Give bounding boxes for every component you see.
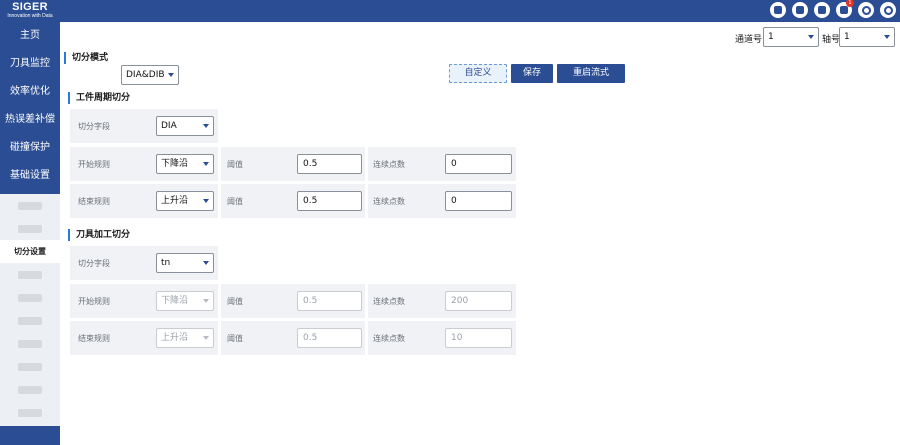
sidebar-item-efficiency[interactable]: 效率优化 [0, 78, 60, 106]
tool-field-row: 切分字段 tn [70, 246, 218, 280]
top-icon-group: 1 [770, 0, 896, 18]
main-content: 通道号 1 轴号 1 切分模式 DIA&DIB 自定义 保存 重启流式 工件周期… [60, 22, 900, 445]
workpiece-start-value: 下降沿 [161, 159, 189, 169]
logo-tagline: Innovation with Data [7, 13, 53, 19]
workpiece-start-points-input[interactable]: 0 [445, 154, 512, 174]
workpiece-start-select[interactable]: 下降沿 [156, 154, 214, 174]
workpiece-start-threshold-label: 阈值 [227, 160, 243, 169]
bell-icon[interactable]: 1 [836, 0, 854, 18]
tool-end-threshold-input[interactable]: 0.5 [297, 328, 362, 348]
notification-badge: 1 [846, 0, 854, 7]
chevron-down-icon [203, 261, 209, 265]
chevron-down-icon [203, 299, 209, 303]
submenu-item[interactable] [0, 263, 60, 286]
tool-field-select[interactable]: tn [156, 253, 214, 273]
tool-start-points-input[interactable]: 200 [445, 291, 512, 311]
siger-logo[interactable]: SIGER Innovation with Data [0, 0, 60, 22]
chevron-down-icon [203, 199, 209, 203]
workpiece-end-label: 结束规则 [78, 197, 110, 206]
tool-end-value: 上升沿 [161, 333, 189, 343]
workpiece-end-points-label: 连续点数 [373, 197, 405, 206]
submenu-item[interactable] [0, 286, 60, 309]
tool-start-row: 开始规则 下降沿 阈值 0.5 连续点数 200 [70, 284, 516, 318]
workpiece-end-select[interactable]: 上升沿 [156, 191, 214, 211]
submenu-item-label: 切分设置 [14, 247, 46, 256]
tool-end-select[interactable]: 上升沿 [156, 328, 214, 348]
channel-label: 通道号 [735, 35, 763, 45]
tool-field-value: tn [161, 258, 171, 268]
axis-value: 1 [844, 32, 850, 42]
sidebar-item-tool-monitor[interactable]: 刀具监控 [0, 50, 60, 78]
channel-value: 1 [768, 32, 774, 42]
tool-end-threshold-label: 阈值 [227, 334, 243, 343]
submenu-item[interactable] [0, 332, 60, 355]
tool-start-threshold-label: 阈值 [227, 297, 243, 306]
top-bar: SIGER Innovation with Data 1 [0, 0, 900, 22]
workpiece-end-row: 结束规则 上升沿 阈值 0.5 连续点数 0 [70, 184, 516, 218]
workpiece-field-row: 切分字段 DIA [70, 109, 218, 143]
axis-label: 轴号 [822, 35, 841, 45]
split-mode-value: DIA&DIB [126, 70, 165, 80]
split-mode-select[interactable]: DIA&DIB [121, 65, 179, 85]
shirt-icon[interactable] [814, 2, 830, 18]
chevron-down-icon [168, 73, 174, 77]
chevron-down-icon [203, 124, 209, 128]
tool-start-threshold-input[interactable]: 0.5 [297, 291, 362, 311]
workpiece-start-label: 开始规则 [78, 160, 110, 169]
logo-name: SIGER [12, 1, 48, 13]
tool-end-row: 结束规则 上升沿 阈值 0.5 连续点数 10 [70, 321, 516, 355]
workpiece-end-threshold-input[interactable]: 0.5 [297, 191, 362, 211]
workpiece-start-threshold-input[interactable]: 0.5 [297, 154, 362, 174]
sidebar: 主页 刀具监控 效率优化 热误差补偿 碰撞保护 基础设置 切分设置 [0, 22, 60, 445]
submenu-item[interactable] [0, 378, 60, 401]
workpiece-section-title: 工件周期切分 [68, 92, 130, 104]
tool-end-label: 结束规则 [78, 334, 110, 343]
chevron-down-icon [808, 35, 814, 39]
tool-start-select[interactable]: 下降沿 [156, 291, 214, 311]
tool-start-value: 下降沿 [161, 296, 189, 306]
sidebar-item-collision[interactable]: 碰撞保护 [0, 134, 60, 162]
tool-start-points-label: 连续点数 [373, 297, 405, 306]
settings-submenu: 切分设置 [0, 194, 60, 426]
tool-end-points-label: 连续点数 [373, 334, 405, 343]
tools-icon[interactable] [792, 2, 808, 18]
submenu-item[interactable] [0, 217, 60, 240]
restart-stream-button[interactable]: 重启流式 [557, 64, 625, 83]
sidebar-item-thermal-comp[interactable]: 热误差补偿 [0, 106, 60, 134]
axis-select[interactable]: 1 [839, 27, 895, 47]
chevron-down-icon [884, 35, 890, 39]
sidebar-item-basic-settings[interactable]: 基础设置 [0, 162, 60, 190]
workpiece-field-value: DIA [161, 121, 177, 131]
workpiece-field-label: 切分字段 [78, 122, 110, 131]
submenu-item[interactable] [0, 355, 60, 378]
save-button[interactable]: 保存 [511, 64, 553, 83]
workpiece-end-threshold-label: 阈值 [227, 197, 243, 206]
tool-field-label: 切分字段 [78, 259, 110, 268]
submenu-item-split-settings[interactable]: 切分设置 [0, 240, 60, 263]
chevron-down-icon [203, 336, 209, 340]
tool-start-label: 开始规则 [78, 297, 110, 306]
sidebar-item-home[interactable]: 主页 [0, 22, 60, 50]
tool-end-points-input[interactable]: 10 [445, 328, 512, 348]
workpiece-end-value: 上升沿 [161, 196, 189, 206]
tool-section-title: 刀具加工切分 [68, 229, 130, 241]
submenu-item[interactable] [0, 401, 60, 424]
compass-icon[interactable] [880, 2, 896, 18]
submenu-item[interactable] [0, 309, 60, 332]
workpiece-end-points-input[interactable]: 0 [445, 191, 512, 211]
split-mode-title: 切分模式 [64, 52, 108, 64]
custom-button[interactable]: 自定义 [449, 64, 507, 83]
workpiece-start-row: 开始规则 下降沿 阈值 0.5 连续点数 0 [70, 147, 516, 181]
workpiece-field-select[interactable]: DIA [156, 116, 214, 136]
chevron-down-icon [203, 162, 209, 166]
settings-icon[interactable] [858, 2, 874, 18]
submenu-item[interactable] [0, 194, 60, 217]
channel-select[interactable]: 1 [763, 27, 819, 47]
analytics-icon[interactable] [770, 2, 786, 18]
workpiece-start-points-label: 连续点数 [373, 160, 405, 169]
